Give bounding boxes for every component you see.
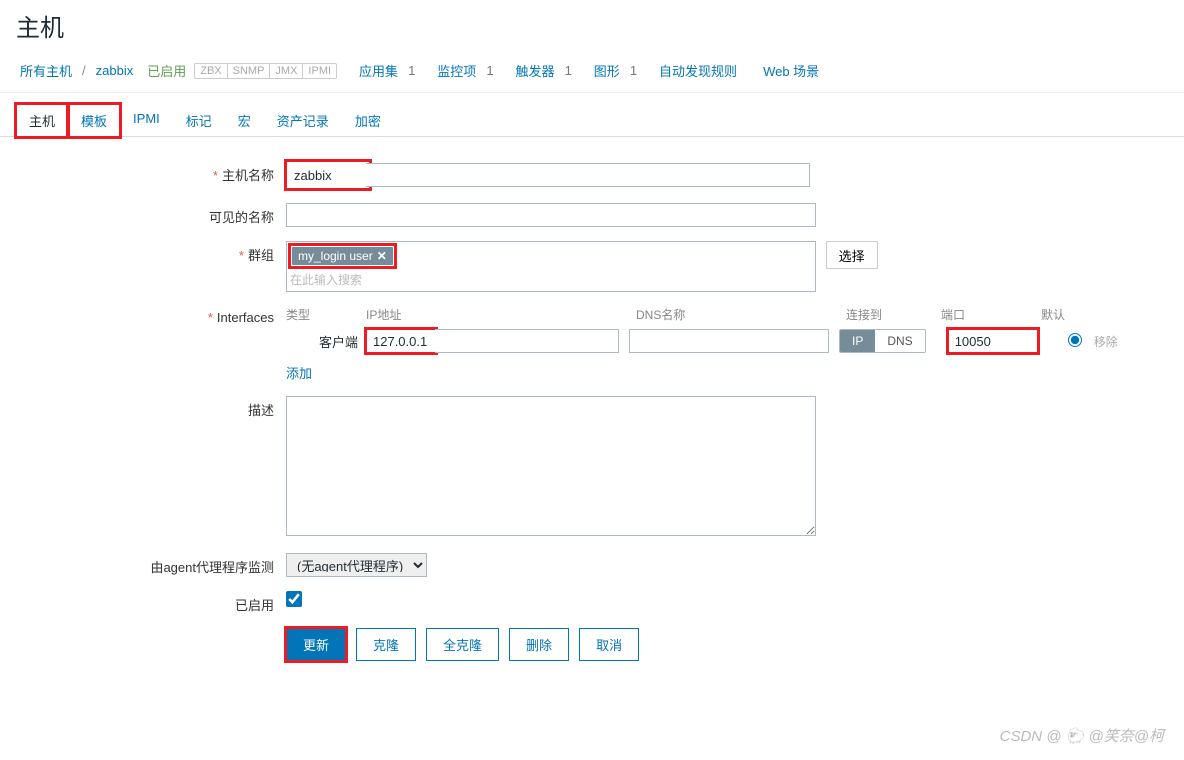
if-header-port: 端口 — [941, 306, 1041, 323]
tab-macros[interactable]: 宏 — [225, 104, 264, 137]
nav-apps[interactable]: 应用集 — [355, 59, 402, 82]
if-ip-input-rest[interactable] — [435, 329, 619, 353]
label-agent-proxy: 由agent代理程序监测 — [16, 553, 286, 576]
full-clone-button[interactable]: 全克隆 — [426, 628, 499, 661]
if-header-default: 默认 — [1041, 306, 1071, 323]
if-header-type: 类型 — [286, 306, 366, 323]
tabs: 主机 模板 IPMI 标记 宏 资产记录 加密 — [0, 93, 1184, 137]
label-visible-name: 可见的名称 — [16, 203, 286, 226]
watermark: CSDN @ 🐑 @笑奈@柯 — [1000, 725, 1164, 746]
if-header-ip: IP地址 — [366, 306, 636, 323]
update-button[interactable]: 更新 — [286, 628, 346, 661]
tab-encryption[interactable]: 加密 — [342, 104, 394, 137]
status-enabled: 已启用 — [147, 61, 186, 80]
nav-triggers[interactable]: 触发器 — [512, 59, 559, 82]
interface-row: 客户端 IP DNS 移除 — [286, 329, 1168, 353]
breadcrumb-all-hosts[interactable]: 所有主机 — [16, 59, 76, 82]
nav-graphs-count: 1 — [630, 63, 637, 78]
interface-headers: 类型 IP地址 DNS名称 连接到 端口 默认 — [286, 306, 1168, 323]
form-area: *主机名称 可见的名称 *群组 my_login user✕ 在此输入搜索 选择 — [0, 137, 1184, 695]
badge-zbx: ZBX — [195, 64, 227, 78]
tab-inventory[interactable]: 资产记录 — [264, 104, 342, 137]
if-conn-dns-button[interactable]: DNS — [875, 330, 924, 352]
if-default-radio[interactable] — [1068, 333, 1082, 347]
breadcrumb-sep: / — [82, 63, 86, 78]
if-dns-input[interactable] — [629, 329, 829, 353]
breadcrumb-current[interactable]: zabbix — [92, 61, 138, 80]
breadcrumb-bar: 所有主机 / zabbix 已启用 ZBX SNMP JMX IPMI 应用集 1… — [0, 55, 1184, 93]
if-ip-input[interactable] — [366, 329, 436, 353]
group-tag-remove-icon[interactable]: ✕ — [377, 249, 387, 263]
nav-discovery[interactable]: 自动发现规则 — [655, 59, 741, 82]
tab-tags[interactable]: 标记 — [173, 104, 225, 137]
label-groups: *群组 — [16, 241, 286, 264]
nav-items[interactable]: 监控项 — [433, 59, 480, 82]
if-conn-ip-button[interactable]: IP — [840, 330, 875, 352]
badge-snmp: SNMP — [228, 64, 271, 78]
hostname-input[interactable] — [288, 163, 368, 187]
cancel-button[interactable]: 取消 — [579, 628, 639, 661]
group-tag: my_login user✕ — [292, 247, 393, 265]
label-description: 描述 — [16, 396, 286, 419]
agent-proxy-select[interactable]: (无agent代理程序) — [286, 553, 427, 577]
if-type-label: 客户端 — [286, 332, 366, 351]
tab-template[interactable]: 模板 — [68, 104, 120, 137]
clone-button[interactable]: 克隆 — [356, 628, 416, 661]
hostname-input-rest[interactable] — [366, 163, 810, 187]
if-remove-link: 移除 — [1094, 333, 1118, 350]
page-title: 主机 — [0, 0, 1184, 55]
enabled-checkbox[interactable] — [286, 591, 302, 607]
nav-apps-count: 1 — [408, 63, 415, 78]
if-conn-toggle: IP DNS — [839, 329, 926, 353]
if-header-conn: 连接到 — [846, 306, 941, 323]
label-hostname: *主机名称 — [16, 161, 286, 184]
description-textarea[interactable] — [286, 396, 816, 536]
protocol-badges: ZBX SNMP JMX IPMI — [194, 63, 337, 79]
nav-items-count: 1 — [486, 63, 493, 78]
delete-button[interactable]: 删除 — [509, 628, 569, 661]
badge-jmx: JMX — [270, 64, 303, 78]
label-enabled: 已启用 — [16, 591, 286, 614]
visible-name-input[interactable] — [286, 203, 816, 227]
nav-web[interactable]: Web 场景 — [759, 59, 823, 82]
groups-placeholder: 在此输入搜索 — [290, 271, 812, 288]
if-port-input[interactable] — [948, 329, 1038, 353]
badge-ipmi: IPMI — [303, 64, 336, 78]
add-interface-link[interactable]: 添加 — [286, 366, 312, 381]
tab-ipmi[interactable]: IPMI — [120, 104, 173, 137]
select-groups-button[interactable]: 选择 — [826, 241, 878, 269]
tab-host[interactable]: 主机 — [16, 104, 68, 137]
label-interfaces: *Interfaces — [16, 306, 286, 325]
nav-graphs[interactable]: 图形 — [590, 59, 624, 82]
nav-triggers-count: 1 — [565, 63, 572, 78]
if-header-dns: DNS名称 — [636, 306, 846, 323]
groups-multiselect[interactable]: my_login user✕ 在此输入搜索 — [286, 241, 816, 292]
